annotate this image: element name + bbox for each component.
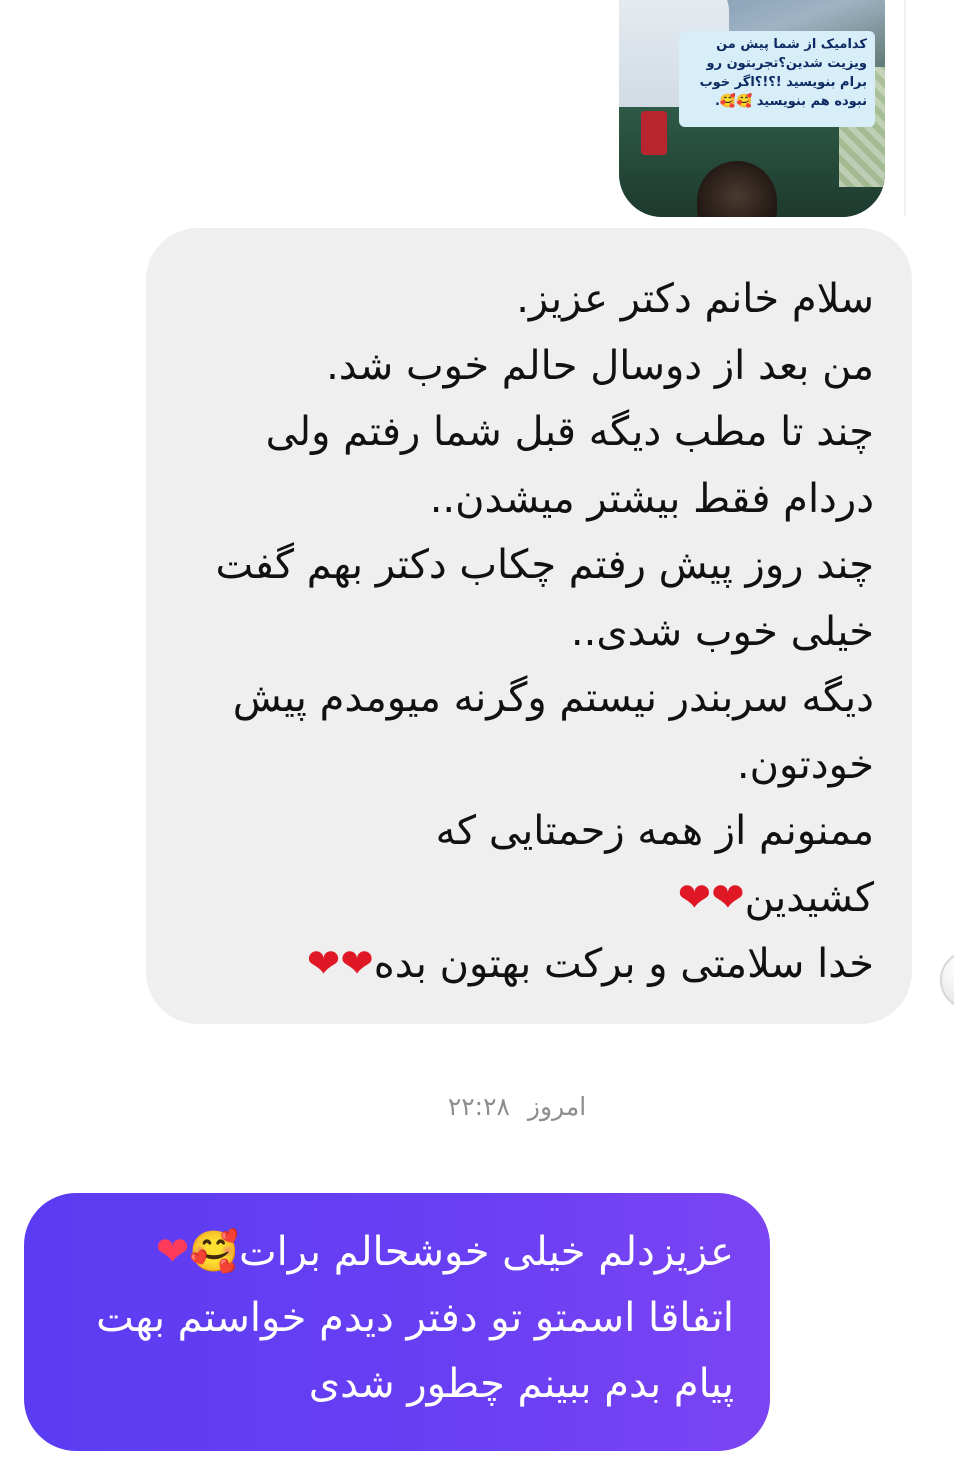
message-line: خیلی خوب شدی.. [570,608,874,655]
heart-icon: ❤❤ [306,941,374,987]
incoming-message-bubble[interactable]: سلام خانم دکتر عزیز. من بعد از دوسال حال… [146,228,912,1024]
heart-icon: ❤❤ [677,874,745,921]
message-line: خودتون. [736,741,874,788]
message-line: چند روز پیش رفتم چکاب دکتر بهم گفت [215,542,874,588]
message-line: دیگه سربندر نیستم وگرنه میومدم پیش [232,675,874,721]
message-line: خدا سلامتی و برکت بهتون بده [373,941,874,987]
message-line: اتفاقا اسمتو تو دفتر دیدم خواستم بهت [96,1295,734,1341]
stamp-image-part [641,111,667,155]
timestamp-time: ۲۲:۲۸ [447,1092,510,1121]
message-line: ممنونم از همه زحمتایی که [435,808,874,854]
incoming-message-text: سلام خانم دکتر عزیز. من بعد از دوسال حال… [182,266,874,998]
message-timestamp: امروز ۲۲:۲۸ [0,1090,954,1124]
timestamp-day: امروز [527,1092,587,1121]
message-line: سلام خانم دکتر عزیز. [516,276,874,322]
message-line: عزیزدلم خیلی خوشحالم برات [239,1229,734,1275]
message-line: پیام بدم ببینم چطور شدی [308,1361,734,1407]
story-caption: کدامیک از شما پیش من ویزیت شدین؟تجربتون … [679,31,875,127]
smile-heart-icon: 🥰❤ [155,1229,240,1275]
outgoing-message-text: عزیزدلم خیلی خوشحالم برات🥰❤ اتفاقا اسمتو… [54,1219,734,1417]
message-line: من بعد از دوسال حالم خوب شد. [326,342,874,389]
message-line: دردام فقط بیشتر میشدن.. [429,475,874,522]
message-line: کشیدین [744,874,874,921]
reaction-avatar[interactable] [940,950,954,1010]
divider-line [904,0,906,216]
story-reply-thumbnail[interactable]: کدامیک از شما پیش من ویزیت شدین؟تجربتون … [618,0,886,218]
outgoing-message-bubble[interactable]: عزیزدلم خیلی خوشحالم برات🥰❤ اتفاقا اسمتو… [24,1193,770,1451]
message-line: چند تا مطب دیگه قبل شما رفتم ولی [265,409,874,455]
